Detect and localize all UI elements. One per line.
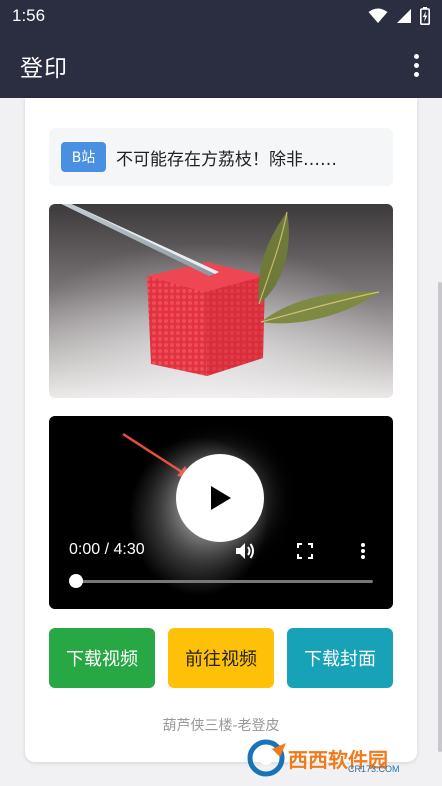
battery-icon [420, 7, 430, 29]
signal-icon [396, 8, 412, 28]
status-bar: 1:56 [0, 0, 442, 32]
play-icon [211, 486, 231, 510]
status-time: 1:56 [12, 6, 46, 25]
video-player[interactable]: 0:00 / 4:30 [49, 416, 393, 609]
watermark-logo-icon [247, 739, 286, 777]
video-title: 不可能存在方荔枝！除非…… [116, 149, 337, 170]
video-cover-image [49, 204, 393, 398]
status-icons [368, 7, 430, 29]
playback-time: 0:00 / 4:30 [69, 541, 145, 558]
footer-credit: 葫芦侠三楼-老登皮 [162, 718, 280, 734]
wifi-icon [368, 8, 388, 28]
download-video-button[interactable]: 下载视频 [49, 628, 155, 688]
app-title: 登印 [20, 56, 68, 82]
scrollbar[interactable] [438, 282, 442, 752]
player-more-icon[interactable] [351, 540, 375, 562]
goto-video-button[interactable]: 前往视频 [168, 628, 274, 688]
video-title-row: B站 不可能存在方荔枝！除非…… [49, 128, 393, 186]
watermark-url: CR173.COM [348, 764, 400, 774]
more-vert-icon[interactable] [404, 50, 428, 80]
progress-thumb[interactable] [69, 574, 83, 588]
source-badge: B站 [61, 142, 106, 172]
watermark: 西西软件园 CR173.COM [246, 738, 422, 778]
download-cover-button[interactable]: 下载封面 [287, 628, 393, 688]
fullscreen-icon[interactable] [293, 540, 317, 562]
progress-track[interactable] [75, 580, 373, 583]
app-bar: 登印 [0, 32, 442, 98]
volume-icon[interactable] [233, 540, 257, 562]
play-button[interactable] [176, 454, 264, 542]
